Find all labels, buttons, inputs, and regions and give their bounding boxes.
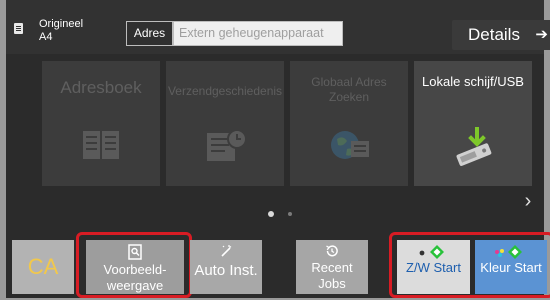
history-icon <box>326 245 338 257</box>
page-dot[interactable] <box>288 212 292 216</box>
details-label: Details <box>468 25 520 44</box>
recent-jobs-button[interactable]: Recent Jobs <box>296 240 368 294</box>
start-color-icon <box>495 245 522 259</box>
details-button[interactable]: Details ➔ <box>452 20 550 50</box>
original-label: Origineel <box>39 18 84 30</box>
auto-settings-label: Auto Inst. <box>194 262 258 279</box>
tile-global-address-search[interactable]: Globaal Adres Zoeken <box>290 61 408 186</box>
chevron-right-icon[interactable]: › <box>520 190 536 213</box>
color-start-button[interactable]: Kleur Start <box>475 240 547 294</box>
original-size: A4 <box>39 31 53 43</box>
tile-send-history[interactable]: Verzendgeschiedenis <box>166 61 284 186</box>
preview-icon <box>128 244 142 260</box>
tile-label: Globaal Adres Zoeken <box>311 75 387 104</box>
tile-address-book[interactable]: Adresboek <box>42 61 160 186</box>
device-screen: Origineel A4 Adres Extern geheugenappara… <box>0 0 550 300</box>
send-history-icon <box>207 129 247 161</box>
address-field[interactable]: Extern geheugenapparaat <box>173 21 343 46</box>
preview-label: Voorbeeld-weergave <box>103 262 167 293</box>
page-indicator <box>268 204 306 222</box>
page-dot-active <box>268 211 274 217</box>
arrow-right-icon: ➔ <box>535 26 548 43</box>
document-icon <box>14 23 23 34</box>
tile-label: Verzendgeschiedenis <box>167 84 283 98</box>
address-book-icon <box>83 131 119 159</box>
tile-local-drive-usb[interactable]: Lokale schijf/USB <box>414 61 532 186</box>
color-start-label: Kleur Start <box>480 260 542 275</box>
auto-settings-button[interactable]: Auto Inst. <box>190 240 262 294</box>
magic-wand-icon <box>221 245 232 257</box>
original-settings[interactable]: Origineel A4 <box>14 16 124 46</box>
global-address-search-icon <box>331 131 369 159</box>
bw-start-button[interactable]: Z/W Start <box>397 240 470 294</box>
recent-jobs-label: Recent Jobs <box>311 260 353 291</box>
local-drive-usb-icon <box>456 127 492 166</box>
bw-start-label: Z/W Start <box>406 260 461 275</box>
header-bar: Origineel A4 Adres Extern geheugenappara… <box>6 0 550 54</box>
start-bw-icon <box>419 245 444 259</box>
tile-label: Adresboek <box>60 78 142 97</box>
tile-label: Lokale schijf/USB <box>422 74 524 89</box>
clear-all-button[interactable]: CA <box>12 240 74 294</box>
address-label-button[interactable]: Adres <box>126 21 173 46</box>
preview-button[interactable]: Voorbeeld-weergave <box>86 240 184 294</box>
